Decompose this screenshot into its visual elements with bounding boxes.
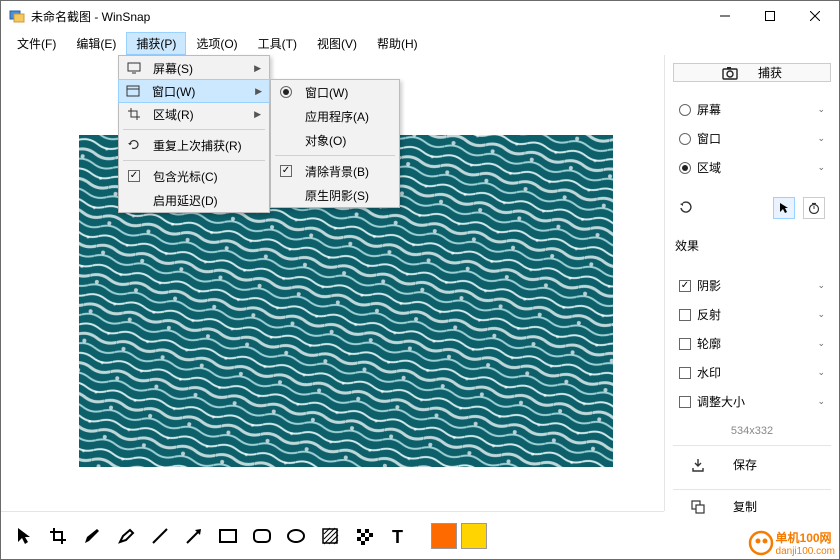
capture-button[interactable]: 捕获 (673, 63, 831, 82)
window-icon (126, 85, 140, 97)
menu-edit[interactable]: 编辑(E) (66, 32, 126, 55)
highlighter-tool[interactable] (111, 521, 141, 551)
crop-icon (127, 107, 141, 121)
capture-dropdown: 屏幕(S)▶ 窗口(W)▶ 区域(R)▶ 重复上次捕获(R) ✓包含光标(C) … (118, 55, 270, 213)
pixelate-tool[interactable] (349, 521, 379, 551)
download-icon (691, 458, 705, 472)
capture-label: 捕获 (758, 64, 782, 81)
check-watermark[interactable]: 水印⌄ (673, 361, 831, 384)
svg-text:T: T (392, 527, 403, 545)
submenu-clearbg[interactable]: ✓清除背景(B) (271, 159, 399, 183)
check-shadow[interactable]: ✓阴影⌄ (673, 274, 831, 297)
menu-item-repeat[interactable]: 重复上次捕获(R) (119, 133, 269, 157)
window-submenu: 窗口(W) 应用程序(A) 对象(O) ✓清除背景(B) 原生阴影(S) (270, 79, 400, 208)
annotation-toolbar: T (1, 511, 664, 559)
text-tool[interactable]: T (383, 521, 413, 551)
check-icon: ✓ (280, 165, 292, 177)
save-button[interactable]: 保存 (673, 445, 831, 483)
menu-bar: 文件(F) 编辑(E) 捕获(P) 选项(O) 工具(T) 视图(V) 帮助(H… (1, 31, 839, 55)
submenu-arrow-icon: ▶ (254, 109, 261, 120)
dimensions-label: 534x332 (673, 419, 831, 439)
site-watermark: 单机100网 danji100.com (748, 529, 835, 557)
close-button[interactable] (792, 2, 837, 30)
chevron-down-icon: ⌄ (817, 162, 825, 173)
minimize-button[interactable] (702, 2, 747, 30)
window-title: 未命名截图 - WinSnap (31, 8, 150, 25)
menu-capture[interactable]: 捕获(P) (126, 32, 186, 55)
effects-header: 效果 (673, 233, 831, 258)
camera-icon (722, 66, 738, 80)
submenu-window[interactable]: 窗口(W) (271, 80, 399, 104)
title-bar: 未命名截图 - WinSnap (1, 1, 839, 31)
submenu-app[interactable]: 应用程序(A) (271, 104, 399, 128)
refresh-icon (127, 138, 141, 152)
color-yellow[interactable] (461, 523, 487, 549)
crop-tool[interactable] (43, 521, 73, 551)
submenu-object[interactable]: 对象(O) (271, 128, 399, 152)
check-reflect[interactable]: 反射⌄ (673, 303, 831, 326)
submenu-arrow-icon: ▶ (255, 86, 262, 97)
submenu-native[interactable]: 原生阴影(S) (271, 183, 399, 207)
line-tool[interactable] (145, 521, 175, 551)
radio-icon (280, 86, 292, 98)
ellipse-tool[interactable] (281, 521, 311, 551)
arrow-tool[interactable] (179, 521, 209, 551)
timer-tool[interactable] (803, 197, 825, 219)
pointer-tool[interactable] (9, 521, 39, 551)
radio-region[interactable]: 区域⌄ (673, 156, 831, 179)
menu-view[interactable]: 视图(V) (307, 32, 367, 55)
menu-item-delay[interactable]: 启用延迟(D) (119, 188, 269, 212)
copy-icon (691, 500, 705, 514)
check-outline[interactable]: 轮廓⌄ (673, 332, 831, 355)
pen-tool[interactable] (77, 521, 107, 551)
monitor-icon (127, 62, 141, 74)
chevron-down-icon: ⌄ (817, 133, 825, 144)
undo-icon[interactable] (679, 201, 693, 215)
submenu-arrow-icon: ▶ (254, 63, 261, 74)
menu-options[interactable]: 选项(O) (186, 32, 247, 55)
menu-item-screen[interactable]: 屏幕(S)▶ (119, 56, 269, 80)
radio-window[interactable]: 窗口⌄ (673, 127, 831, 150)
radio-screen[interactable]: 屏幕⌄ (673, 98, 831, 121)
check-icon: ✓ (128, 170, 140, 182)
side-panel: 捕获 屏幕⌄ 窗口⌄ 区域⌄ 效果 ✓阴影⌄ 反射⌄ 轮廓⌄ 水印⌄ 调整大小⌄… (664, 55, 839, 511)
copy-button[interactable]: 复制 (673, 489, 831, 523)
watermark-icon (748, 530, 774, 556)
rect-tool[interactable] (213, 521, 243, 551)
chevron-down-icon: ⌄ (817, 104, 825, 115)
blur-tool[interactable] (315, 521, 345, 551)
menu-help[interactable]: 帮助(H) (367, 32, 428, 55)
app-icon (9, 8, 25, 24)
menu-item-cursor[interactable]: ✓包含光标(C) (119, 164, 269, 188)
roundrect-tool[interactable] (247, 521, 277, 551)
pointer-tool[interactable] (773, 197, 795, 219)
menu-file[interactable]: 文件(F) (7, 32, 66, 55)
menu-item-region[interactable]: 区域(R)▶ (119, 102, 269, 126)
menu-item-window[interactable]: 窗口(W)▶ (118, 79, 270, 103)
mini-toolbar (673, 195, 831, 221)
color-orange[interactable] (431, 523, 457, 549)
check-resize[interactable]: 调整大小⌄ (673, 390, 831, 413)
maximize-button[interactable] (747, 2, 792, 30)
menu-tools[interactable]: 工具(T) (248, 32, 307, 55)
